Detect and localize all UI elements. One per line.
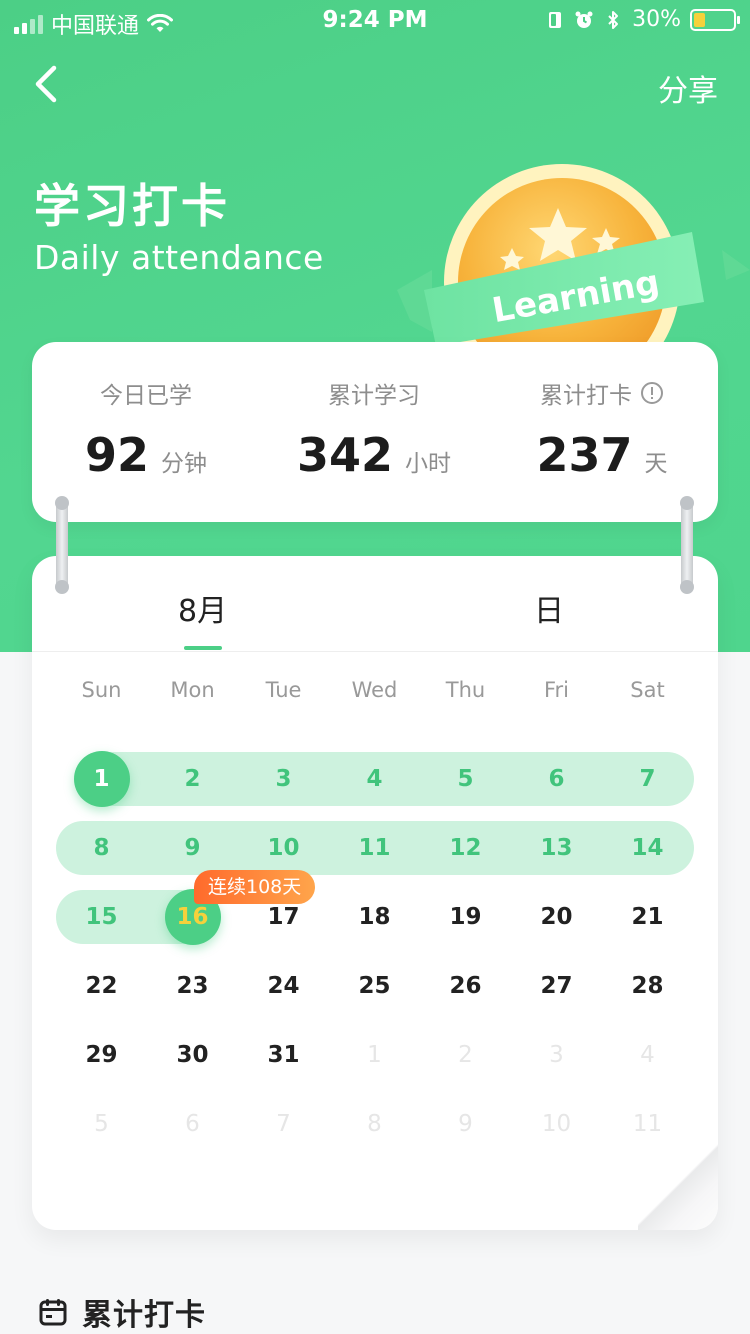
calendar-day[interactable]: 22 bbox=[56, 966, 147, 1006]
stat-label: 今日已学 bbox=[100, 383, 192, 409]
weekday-label: Sat bbox=[630, 678, 665, 702]
calendar-day[interactable]: 15 bbox=[56, 897, 147, 937]
calendar-tabs: 8月 日 bbox=[32, 556, 718, 652]
calendar-day[interactable]: 4 bbox=[329, 759, 420, 799]
binder-ring-right bbox=[680, 496, 694, 594]
weekday-header: Sun Mon Tue Wed Thu Fri Sat bbox=[32, 678, 718, 708]
stat-today: 今日已学 92 分钟 bbox=[32, 342, 260, 482]
calendar-day[interactable]: 7 bbox=[602, 759, 693, 799]
weekday-label: Tue bbox=[265, 678, 302, 702]
stat-value: 237 bbox=[536, 428, 633, 482]
stat-unit: 小时 bbox=[405, 451, 452, 477]
calendar-day: 9 bbox=[458, 1111, 473, 1137]
section-title: 累计打卡 bbox=[82, 1298, 206, 1333]
calendar-day: 4 bbox=[640, 1042, 655, 1068]
calendar-day[interactable]: 6 bbox=[511, 759, 602, 799]
calendar-day[interactable]: 5 bbox=[420, 759, 511, 799]
stats-card: 今日已学 92 分钟 累计学习 342 小时 累计打卡 237 天 bbox=[32, 342, 718, 522]
calendar-day[interactable]: 18 bbox=[329, 897, 420, 937]
weekday-label: Mon bbox=[170, 678, 215, 702]
chevron-left-icon[interactable] bbox=[28, 62, 68, 106]
calendar-day: 3 bbox=[549, 1042, 564, 1068]
tab-day[interactable]: 日 bbox=[534, 586, 564, 630]
tab-month[interactable]: 8月 bbox=[178, 586, 227, 630]
calendar-day[interactable]: 30 bbox=[147, 1035, 238, 1075]
calendar-day[interactable]: 31 bbox=[238, 1035, 329, 1075]
calendar-day[interactable]: 11 bbox=[329, 828, 420, 868]
weekday-label: Sun bbox=[81, 678, 122, 702]
lock-rotation-icon bbox=[549, 11, 562, 28]
page-title: 学习打卡 bbox=[34, 179, 230, 233]
calendar-day[interactable]: 28 bbox=[602, 966, 693, 1006]
active-tab-indicator bbox=[184, 646, 222, 650]
battery-icon bbox=[690, 8, 740, 31]
calendar-day[interactable]: 13 bbox=[511, 828, 602, 868]
calendar-day[interactable]: 8 bbox=[56, 828, 147, 868]
calendar-day[interactable]: 25 bbox=[329, 966, 420, 1006]
calendar-day[interactable]: 9 bbox=[147, 828, 238, 868]
calendar-day: 5 bbox=[94, 1111, 109, 1137]
bluetooth-icon bbox=[608, 10, 619, 29]
calendar-day[interactable]: 2 bbox=[147, 759, 238, 799]
calendar-day[interactable]: 20 bbox=[511, 897, 602, 937]
calendar-day[interactable]: 27 bbox=[511, 966, 602, 1006]
calendar-card: 8月 日 Sun Mon Tue Wed Thu Fri Sat 1 2 3 4 5 6 7 8 9 10 11… bbox=[32, 556, 718, 1230]
stat-unit: 分钟 bbox=[161, 451, 207, 477]
weekday-label: Wed bbox=[351, 678, 398, 702]
calendar-day[interactable]: 24 bbox=[238, 966, 329, 1006]
calendar-day[interactable]: 1 bbox=[56, 759, 147, 799]
page-curl bbox=[638, 1144, 718, 1230]
calendar-day[interactable]: 19 bbox=[420, 897, 511, 937]
stat-total-study: 累计学习 342 小时 bbox=[260, 342, 488, 482]
stat-value: 92 bbox=[84, 428, 149, 482]
calendar-day[interactable]: 21 bbox=[602, 897, 693, 937]
binder-ring-left bbox=[55, 496, 69, 594]
stat-label: 累计打卡 bbox=[488, 376, 716, 410]
calendar-day: 10 bbox=[541, 1111, 572, 1137]
share-button[interactable]: 分享 bbox=[658, 66, 718, 110]
calendar-day[interactable]: 14 bbox=[602, 828, 693, 868]
stat-label: 累计学习 bbox=[328, 383, 420, 409]
calendar-day: 7 bbox=[276, 1111, 291, 1137]
calendar-day[interactable]: 3 bbox=[238, 759, 329, 799]
calendar-day: 8 bbox=[367, 1111, 382, 1137]
stat-unit: 天 bbox=[644, 451, 668, 477]
stat-value: 342 bbox=[296, 428, 394, 482]
calendar-day: 2 bbox=[458, 1042, 473, 1068]
calendar-day[interactable]: 29 bbox=[56, 1035, 147, 1075]
learning-medal-icon: Learning bbox=[397, 164, 750, 350]
streak-badge: 连续108天 bbox=[194, 870, 316, 904]
battery-percent: 30% bbox=[632, 7, 681, 32]
calendar-day[interactable]: 10 bbox=[238, 828, 329, 868]
calendar-day[interactable]: 26 bbox=[420, 966, 511, 1006]
stat-total-checkin: 累计打卡 237 天 bbox=[488, 342, 716, 482]
calendar-day: 6 bbox=[185, 1111, 200, 1137]
calendar-day[interactable]: 12 bbox=[420, 828, 511, 868]
calendar-day[interactable]: 23 bbox=[147, 966, 238, 1006]
weekday-label: Fri bbox=[543, 678, 570, 702]
page-subtitle: Daily attendance bbox=[34, 238, 324, 277]
section-header: 累计打卡 bbox=[38, 1290, 206, 1334]
weekday-label: Thu bbox=[445, 678, 486, 702]
alarm-icon bbox=[575, 11, 593, 28]
calendar-icon bbox=[39, 1299, 67, 1326]
info-icon[interactable] bbox=[640, 381, 664, 405]
calendar-day: 11 bbox=[632, 1111, 663, 1137]
calendar-day: 1 bbox=[367, 1042, 382, 1068]
status-bar: 中国联通 9:24 PM 30% bbox=[0, 0, 750, 40]
